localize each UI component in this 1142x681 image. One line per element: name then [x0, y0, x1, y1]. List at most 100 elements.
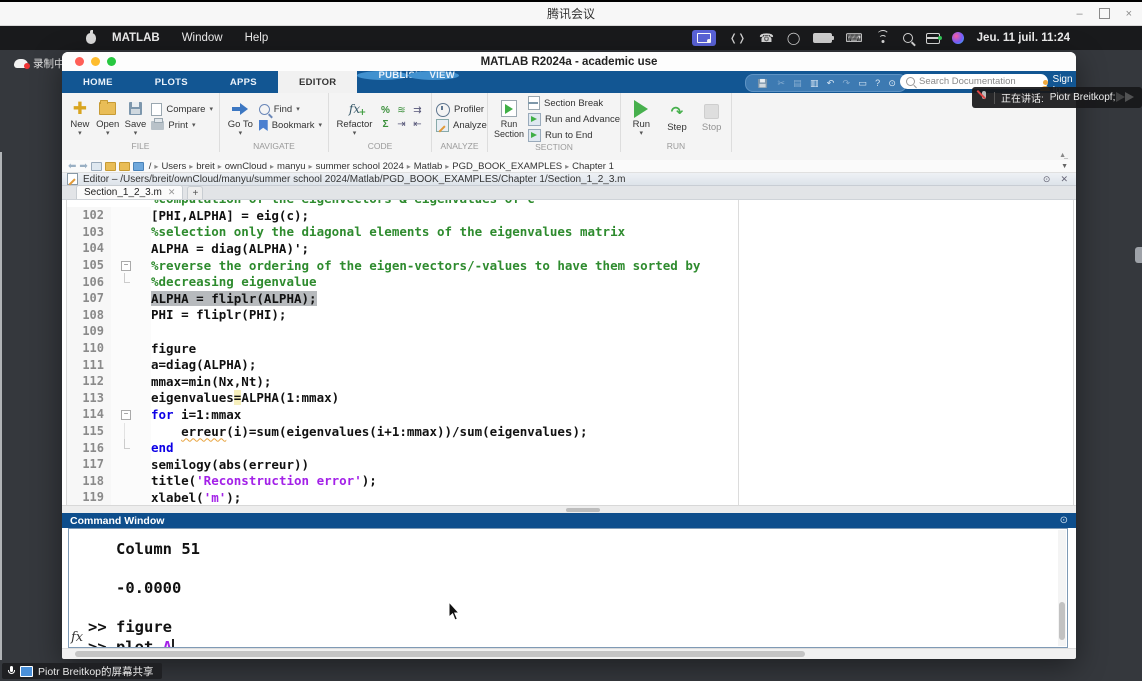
- code-fold-column[interactable]: −: [111, 406, 151, 423]
- qat-print-icon[interactable]: ▭: [858, 78, 867, 89]
- open-button[interactable]: Open▾: [96, 99, 120, 136]
- print-button[interactable]: Print▾: [151, 119, 213, 133]
- maximize-button[interactable]: [1099, 8, 1110, 19]
- refactor-button[interactable]: fxRefactor▾: [335, 99, 374, 136]
- ribbon-tab-apps[interactable]: APPS: [209, 71, 278, 93]
- breadcrumb-segment[interactable]: ownCloud: [225, 161, 267, 172]
- ribbon-tab-plots[interactable]: PLOTS: [134, 71, 209, 93]
- code-line[interactable]: 105−%reverse the ordering of the eigen-v…: [67, 257, 1073, 274]
- indent-right-icon[interactable]: ⇥: [394, 118, 409, 131]
- menubar-item-window[interactable]: Window: [182, 32, 223, 44]
- ribbon-tab-home[interactable]: HOME: [62, 71, 134, 93]
- code-brackets-icon[interactable]: ❬❭: [729, 33, 746, 44]
- step-button[interactable]: ↷Step: [664, 102, 691, 133]
- editor-dock-icon[interactable]: ⊙: [1043, 174, 1051, 185]
- time-machine-icon[interactable]: ◯: [787, 31, 800, 45]
- breadcrumb-dropdown-icon[interactable]: ▼: [1061, 163, 1068, 170]
- keyboard-icon[interactable]: ⌨: [845, 31, 862, 45]
- code-line[interactable]: 102[PHI,ALPHA] = eig(c);: [67, 207, 1073, 224]
- code-line[interactable]: 116end: [67, 439, 1073, 456]
- close-traffic-light[interactable]: [75, 57, 84, 66]
- splitter-handle[interactable]: [566, 508, 600, 512]
- run-section-button[interactable]: Run Section: [494, 99, 524, 139]
- new-button[interactable]: ✚New▾: [68, 99, 92, 136]
- editor-close-icon[interactable]: ✕: [1060, 174, 1068, 185]
- qat-copy-icon[interactable]: ▤: [793, 78, 802, 89]
- stop-button[interactable]: Stop: [698, 102, 725, 133]
- command-window-dock-icon[interactable]: ⊙: [1060, 515, 1068, 526]
- browse-folder-icon[interactable]: [105, 162, 116, 171]
- fold-collapse-icon[interactable]: −: [121, 410, 131, 420]
- fx-button[interactable]: fx: [71, 630, 83, 645]
- phone-icon[interactable]: ☎: [759, 31, 774, 45]
- command-window[interactable]: Column 51 -0.0000 >> figure>> plot A fx: [68, 528, 1068, 648]
- apple-menu-icon[interactable]: [86, 33, 96, 44]
- breadcrumb-segment[interactable]: breit: [196, 161, 214, 172]
- code-line[interactable]: 112mmax=min(Nx,Nt);: [67, 373, 1073, 390]
- forward-icon[interactable]: ➡: [79, 161, 87, 172]
- tab-close-icon[interactable]: ✕: [168, 187, 176, 198]
- code-line[interactable]: 103%selection only the diagonal elements…: [67, 224, 1073, 241]
- matlab-titlebar[interactable]: MATLAB R2024a - academic use: [62, 52, 1076, 72]
- sum-icon[interactable]: Σ: [378, 118, 393, 131]
- compare-button[interactable]: Compare▾: [151, 103, 213, 117]
- qat-undo-icon[interactable]: ↶: [827, 78, 835, 89]
- menubar-clock[interactable]: Jeu. 11 juil. 11:24: [977, 32, 1070, 44]
- command-horizontal-scrollbar[interactable]: [62, 648, 1076, 659]
- uncomment-icon[interactable]: ⇉: [410, 104, 425, 117]
- up-one-level-icon[interactable]: [91, 162, 102, 171]
- close-button[interactable]: ×: [1126, 8, 1132, 20]
- back-icon[interactable]: ⬅: [68, 161, 76, 172]
- minimize-button[interactable]: –: [1076, 8, 1082, 20]
- comment-icon[interactable]: %: [378, 104, 393, 117]
- code-editor[interactable]: %computation of the eigenvectors & eigen…: [66, 200, 1074, 505]
- bookmark-button[interactable]: Bookmark▾: [259, 119, 322, 133]
- breadcrumb-segment[interactable]: Matlab: [414, 161, 443, 172]
- new-tab-button[interactable]: +: [187, 186, 203, 199]
- goto-button[interactable]: Go To▾: [226, 99, 255, 136]
- code-line[interactable]: 117semilogy(abs(erreur)): [67, 456, 1073, 473]
- comment-wrap-icon[interactable]: ≋: [394, 104, 409, 117]
- breadcrumb-segment[interactable]: /: [149, 161, 152, 172]
- code-line[interactable]: 111a=diag(ALPHA);: [67, 356, 1073, 373]
- code-line[interactable]: 110figure: [67, 340, 1073, 357]
- hscroll-thumb[interactable]: [75, 651, 805, 657]
- spotlight-search-icon[interactable]: [903, 33, 913, 43]
- breadcrumb-segment[interactable]: Users: [161, 161, 186, 172]
- code-line[interactable]: 113eigenvalues=ALPHA(1:mmax): [67, 390, 1073, 407]
- siri-icon[interactable]: [952, 32, 964, 44]
- command-vertical-scrollbar[interactable]: [1058, 530, 1066, 646]
- menubar-item-help[interactable]: Help: [245, 32, 269, 44]
- profiler-button[interactable]: Profiler: [436, 103, 487, 117]
- qat-options-icon[interactable]: ⊙: [888, 78, 896, 89]
- code-line[interactable]: 118title('Reconstruction error');: [67, 473, 1073, 490]
- qat-save-icon[interactable]: [758, 78, 767, 87]
- ribbon-tab-editor[interactable]: EDITOR: [278, 71, 358, 93]
- command-window-titlebar[interactable]: Command Window ⊙: [62, 513, 1076, 528]
- code-line[interactable]: 104ALPHA = diag(ALPHA)';: [67, 240, 1073, 257]
- section-break-button[interactable]: Section Break: [528, 96, 620, 110]
- code-line[interactable]: 106%decreasing eigenvalue: [67, 273, 1073, 290]
- code-line[interactable]: 109: [67, 323, 1073, 340]
- qat-help-icon[interactable]: ?: [875, 78, 880, 88]
- wifi-icon[interactable]: [876, 33, 890, 43]
- save-button[interactable]: Save▾: [124, 99, 148, 136]
- minimize-traffic-light[interactable]: [91, 57, 100, 66]
- code-line[interactable]: 119xlabel('m');: [67, 489, 1073, 505]
- ribbon-tab-view[interactable]: VIEW: [408, 71, 459, 80]
- battery-icon[interactable]: [813, 33, 832, 43]
- breadcrumb-segment[interactable]: summer school 2024: [316, 161, 404, 172]
- breadcrumb-segment[interactable]: PGD_BOOK_EXAMPLES: [452, 161, 562, 172]
- breadcrumb-segment[interactable]: Chapter 1: [572, 161, 614, 172]
- vscroll-thumb[interactable]: [1059, 602, 1065, 640]
- analyze-button[interactable]: Analyze: [436, 119, 487, 133]
- qat-cut-icon[interactable]: ✂: [777, 78, 785, 89]
- collapse-toolstrip-icon[interactable]: ▲̲: [1059, 152, 1066, 160]
- run-and-advance-button[interactable]: Run and Advance: [528, 112, 620, 126]
- qat-paste-icon[interactable]: ▥: [810, 78, 819, 89]
- run-button[interactable]: Run▾: [627, 99, 656, 136]
- code-line[interactable]: 107ALPHA = fliplr(ALPHA);: [67, 290, 1073, 307]
- user-switch-icon[interactable]: [926, 33, 939, 44]
- zoom-traffic-light[interactable]: [107, 57, 116, 66]
- code-line[interactable]: 108PHI = fliplr(PHI);: [67, 307, 1073, 324]
